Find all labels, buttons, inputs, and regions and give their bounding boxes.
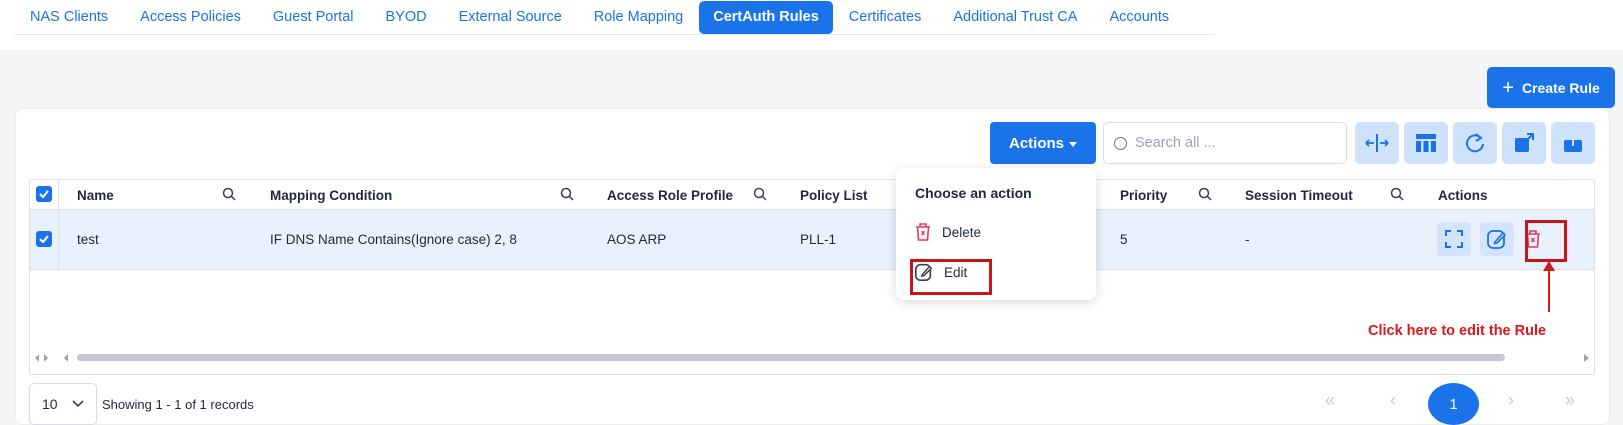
- columns-layout-icon: [1416, 134, 1436, 152]
- scrollbar-thumb[interactable]: [77, 354, 1505, 361]
- upload-button[interactable]: [1551, 122, 1595, 164]
- column-header-session-timeout[interactable]: Session Timeout: [1245, 188, 1353, 203]
- edit-button-highlight-box: [1525, 220, 1567, 262]
- resize-columns-icon: [1365, 134, 1389, 152]
- tab-external-source[interactable]: External Source: [443, 1, 578, 34]
- cell-policy-list: PLL-1: [800, 232, 837, 247]
- open-external-button[interactable]: [1502, 122, 1546, 164]
- records-summary: Showing 1 - 1 of 1 records: [102, 397, 254, 412]
- tab-guest-portal[interactable]: Guest Portal: [257, 1, 370, 34]
- annotation-text: Click here to edit the Rule: [1368, 323, 1547, 339]
- tab-role-mapping[interactable]: Role Mapping: [578, 1, 699, 34]
- search-icon: [1114, 136, 1127, 150]
- column-search-icon[interactable]: [560, 187, 574, 201]
- column-search-icon[interactable]: [1390, 187, 1404, 201]
- horizontal-scrollbar[interactable]: [30, 350, 1594, 364]
- annotation-arrow-line: [1548, 268, 1550, 312]
- check-icon: [39, 190, 49, 198]
- tab-certificates[interactable]: Certificates: [833, 1, 938, 34]
- create-rule-button[interactable]: + Create Rule: [1487, 67, 1615, 108]
- page-size-select[interactable]: 10: [29, 383, 97, 425]
- table-row[interactable]: test IF DNS Name Contains(Ignore case) 2…: [30, 210, 1594, 270]
- last-page-icon[interactable]: »: [1565, 390, 1575, 411]
- column-header-mapping-condition[interactable]: Mapping Condition: [270, 188, 392, 203]
- column-header-access-role-profile[interactable]: Access Role Profile: [607, 188, 733, 203]
- chevron-down-icon: [72, 400, 84, 408]
- open-external-icon: [1515, 133, 1534, 152]
- menu-item-delete-label: Delete: [942, 224, 982, 240]
- cell-access-role-profile: AOS ARP: [607, 232, 667, 247]
- menu-item-delete[interactable]: Delete: [914, 222, 981, 242]
- tab-byod[interactable]: BYOD: [370, 1, 443, 34]
- resize-columns-button[interactable]: [1355, 122, 1399, 164]
- trash-icon: [916, 223, 930, 241]
- upload-icon: [1564, 133, 1582, 152]
- row-checkbox[interactable]: [36, 231, 52, 247]
- cell-priority: 5: [1120, 232, 1128, 247]
- column-search-icon[interactable]: [222, 187, 236, 201]
- first-page-icon[interactable]: «: [1325, 390, 1335, 411]
- top-bar: NAS Clients Access Policies Guest Portal…: [0, 0, 1623, 50]
- edit-icon: [1487, 230, 1507, 249]
- tab-bar: NAS Clients Access Policies Guest Portal…: [14, 0, 1214, 35]
- caret-down-icon: [1069, 141, 1077, 147]
- select-all-checkbox[interactable]: [36, 186, 52, 202]
- expand-button[interactable]: [1437, 222, 1471, 256]
- tab-certauth-rules[interactable]: CertAuth Rules: [699, 0, 833, 34]
- create-rule-label: Create Rule: [1521, 79, 1600, 96]
- menu-title: Choose an action: [915, 185, 1032, 201]
- prev-page-icon[interactable]: ‹: [1390, 390, 1396, 411]
- refresh-icon: [1466, 133, 1484, 153]
- cell-name: test: [77, 232, 99, 247]
- cell-mapping-condition: IF DNS Name Contains(Ignore case) 2, 8: [270, 232, 517, 247]
- columns-layout-button[interactable]: [1404, 122, 1448, 164]
- next-page-icon[interactable]: ›: [1508, 390, 1514, 411]
- edit-rule-button[interactable]: [1480, 222, 1514, 256]
- tab-access-policies[interactable]: Access Policies: [124, 1, 257, 34]
- rules-table: Name Mapping Condition Access Role Profi…: [29, 179, 1595, 375]
- scroll-right-icon[interactable]: [1583, 353, 1591, 363]
- actions-dropdown-button[interactable]: Actions: [990, 122, 1096, 164]
- tab-nas-clients[interactable]: NAS Clients: [14, 1, 124, 34]
- check-icon: [39, 235, 49, 243]
- refresh-button[interactable]: [1453, 122, 1497, 164]
- column-header-actions: Actions: [1438, 188, 1488, 203]
- checkbox-column-divider: [58, 180, 59, 270]
- page-size-value: 10: [42, 396, 58, 412]
- column-search-icon[interactable]: [1198, 187, 1212, 201]
- column-search-icon[interactable]: [753, 187, 767, 201]
- search-box[interactable]: [1103, 122, 1347, 164]
- scroll-arrows-icon[interactable]: [34, 353, 70, 363]
- column-header-name[interactable]: Name: [77, 188, 114, 203]
- search-input[interactable]: [1135, 135, 1325, 151]
- edit-menu-highlight-box: [910, 259, 992, 295]
- tab-additional-trust-ca[interactable]: Additional Trust CA: [937, 1, 1093, 34]
- cell-session-timeout: -: [1245, 232, 1250, 247]
- column-header-priority[interactable]: Priority: [1120, 188, 1167, 203]
- tab-accounts[interactable]: Accounts: [1093, 1, 1185, 34]
- expand-icon: [1445, 230, 1463, 248]
- column-header-policy-list[interactable]: Policy List: [800, 188, 868, 203]
- table-header: Name Mapping Condition Access Role Profi…: [30, 180, 1594, 210]
- plus-icon: +: [1502, 76, 1514, 99]
- actions-label: Actions: [1008, 134, 1064, 152]
- current-page-button[interactable]: 1: [1428, 383, 1479, 425]
